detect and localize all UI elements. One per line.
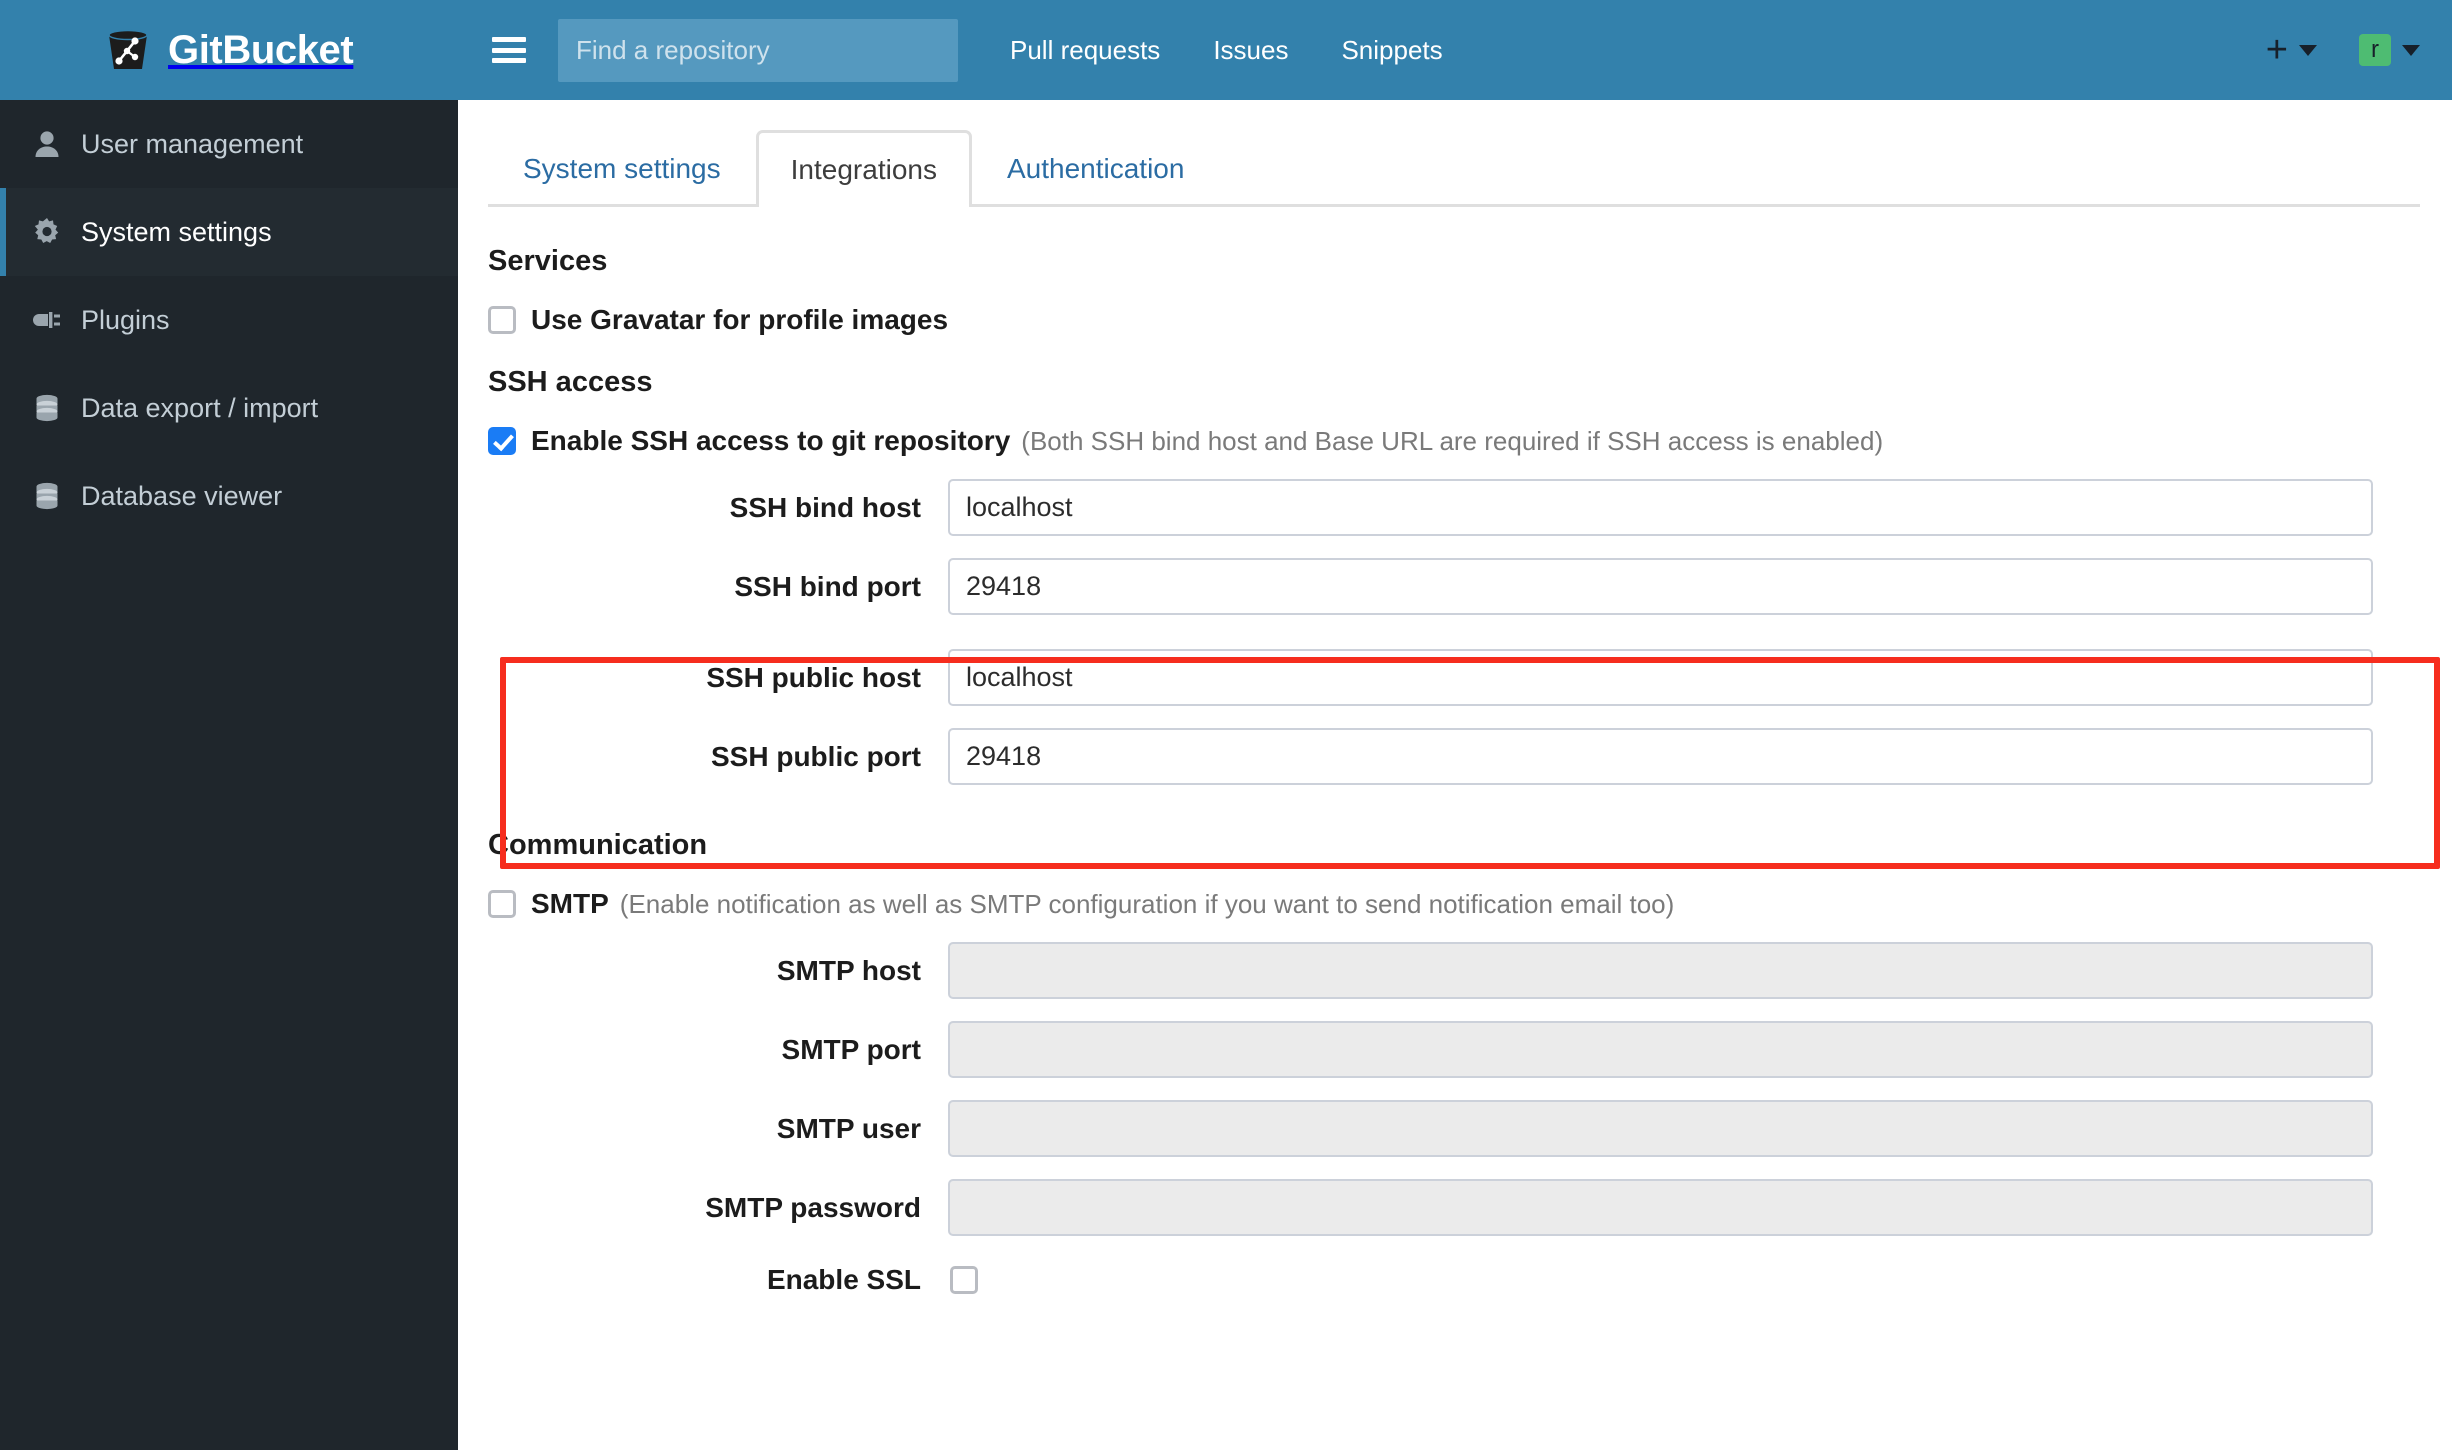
smtp-checkbox[interactable] [488, 890, 516, 918]
avatar: r [2359, 34, 2391, 66]
settings-tabs: System settings Integrations Authenticat… [488, 130, 2420, 207]
plus-icon: + [2265, 29, 2288, 71]
ssh-bind-port-label: SSH bind port [734, 570, 921, 602]
gear-icon [30, 217, 64, 247]
ssh-public-port-input[interactable] [948, 728, 2373, 785]
enable-ssh-label: Enable SSH access to git repository [531, 425, 1011, 456]
brand-home-link[interactable]: GitBucket [0, 0, 458, 100]
user-icon [30, 129, 64, 159]
communication-section-title: Communication [488, 829, 708, 861]
services-section-title: Services [488, 245, 608, 277]
tab-integrations[interactable]: Integrations [755, 130, 972, 207]
ssh-bind-host-row: SSH bind host [458, 479, 2452, 536]
smtp-password-row: SMTP password [458, 1179, 2452, 1236]
plug-icon [30, 305, 64, 335]
sidebar-item-label: Database viewer [81, 480, 283, 511]
ssh-bind-host-input[interactable] [948, 479, 2373, 536]
ssh-public-host-label: SSH public host [706, 661, 921, 693]
tab-authentication[interactable]: Authentication [972, 130, 1219, 204]
smtp-note: (Enable notification as well as SMTP con… [619, 888, 1675, 919]
top-header: GitBucket Pull requests Issues Snippets … [0, 0, 2452, 100]
smtp-label: SMTP [531, 888, 609, 919]
chevron-down-icon [2402, 44, 2420, 56]
smtp-row: SMTP (Enable notification as well as SMT… [488, 888, 2452, 920]
smtp-port-label: SMTP port [781, 1033, 921, 1065]
use-gravatar-label: Use Gravatar for profile images [531, 304, 949, 335]
ssh-section-title: SSH access [488, 366, 653, 398]
smtp-user-input[interactable] [948, 1100, 2373, 1157]
enable-ssl-label: Enable SSL [766, 1264, 921, 1295]
enable-ssh-note: (Both SSH bind host and Base URL are req… [1021, 425, 1884, 456]
hamburger-icon[interactable] [492, 37, 526, 63]
sidebar-item-user-management[interactable]: User management [0, 100, 458, 188]
smtp-host-input[interactable] [948, 942, 2373, 999]
smtp-user-label: SMTP user [776, 1112, 921, 1144]
use-gravatar-checkbox[interactable] [488, 306, 516, 334]
account-menu[interactable]: r [2359, 34, 2420, 66]
ssh-public-port-label: SSH public port [711, 740, 921, 772]
brand-name: GitBucket [168, 27, 354, 72]
sidebar-item-system-settings[interactable]: System settings [0, 188, 458, 276]
ssh-public-host-input[interactable] [948, 649, 2373, 706]
enable-ssl-row: Enable SSL [458, 1264, 2452, 1296]
create-new-menu[interactable]: + [2265, 29, 2317, 71]
sidebar-item-label: Data export / import [81, 392, 319, 423]
database-icon [30, 481, 64, 511]
gravatar-row: Use Gravatar for profile images [488, 304, 2452, 336]
ssh-public-port-row: SSH public port [458, 728, 2452, 785]
ssh-bind-port-row: SSH bind port [458, 558, 2452, 615]
search-input[interactable] [558, 18, 958, 82]
ssh-public-host-row: SSH public host [458, 649, 2452, 706]
smtp-user-row: SMTP user [458, 1100, 2452, 1157]
sidebar-item-plugins[interactable]: Plugins [0, 276, 458, 364]
sidebar-item-label: Plugins [81, 304, 170, 335]
header-right-actions: + r [2265, 29, 2452, 71]
header-nav: Pull requests Issues Snippets [1010, 35, 1443, 66]
smtp-port-input[interactable] [948, 1021, 2373, 1078]
ssh-bind-host-label: SSH bind host [729, 491, 921, 523]
enable-ssl-checkbox[interactable] [950, 1266, 978, 1294]
nav-issues[interactable]: Issues [1213, 35, 1288, 66]
chevron-down-icon [2299, 44, 2317, 56]
sidebar-item-label: User management [81, 128, 304, 159]
smtp-host-row: SMTP host [458, 942, 2452, 999]
smtp-password-label: SMTP password [705, 1191, 921, 1223]
smtp-host-label: SMTP host [776, 954, 921, 986]
nav-pull-requests[interactable]: Pull requests [1010, 35, 1160, 66]
enable-ssh-checkbox[interactable] [488, 427, 516, 455]
smtp-port-row: SMTP port [458, 1021, 2452, 1078]
sidebar-item-data-export-import[interactable]: Data export / import [0, 364, 458, 452]
sidebar: User management System settings Plugins [0, 100, 458, 1450]
enable-ssh-row: Enable SSH access to git repository (Bot… [488, 425, 2452, 457]
ssh-bind-port-input[interactable] [948, 558, 2373, 615]
smtp-password-input[interactable] [948, 1179, 2373, 1236]
main-content: System settings Integrations Authenticat… [458, 100, 2452, 1450]
sidebar-item-label: System settings [81, 216, 272, 247]
bucket-git-logo-icon [105, 27, 151, 73]
database-icon [30, 393, 64, 423]
nav-snippets[interactable]: Snippets [1341, 35, 1442, 66]
sidebar-item-database-viewer[interactable]: Database viewer [0, 452, 458, 540]
tab-system-settings[interactable]: System settings [488, 130, 756, 204]
